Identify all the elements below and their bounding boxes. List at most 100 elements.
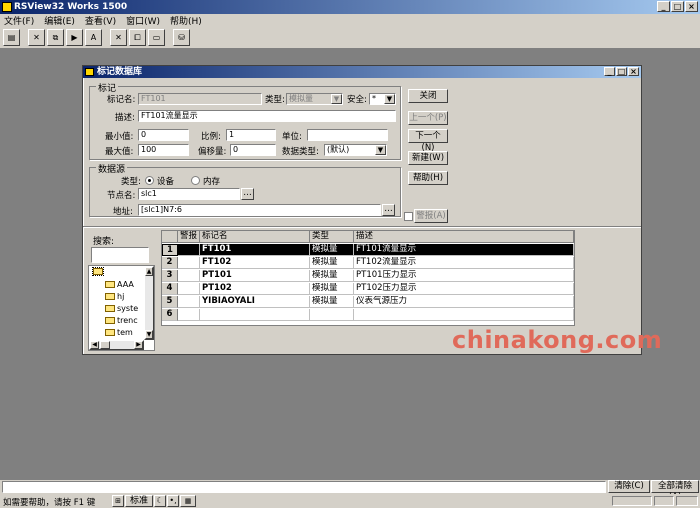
tag-grid: 警报 标记名 类型 描述 1 FT101 模拟量 FT101流量显示 2 FT1…	[161, 230, 575, 326]
col-type[interactable]: 类型	[310, 231, 354, 243]
open-icon[interactable]: ▤	[3, 29, 20, 46]
new-button[interactable]: 新建(W)	[408, 151, 448, 165]
alarm-button[interactable]: 警报(A)	[414, 209, 448, 223]
status-panel	[654, 496, 674, 506]
chevron-down-icon: ▼	[375, 145, 386, 155]
database-icon[interactable]: ⛁	[173, 29, 190, 46]
node-browse-button[interactable]: …	[241, 188, 254, 200]
chevron-down-icon[interactable]: ▼	[145, 330, 153, 339]
punctuation-icon[interactable]: •,	[167, 495, 179, 507]
menu-view[interactable]: 查看(V)	[85, 14, 116, 27]
tree-item[interactable]: trenc	[105, 316, 138, 325]
type-combo[interactable]: 模拟量 ▼	[286, 93, 343, 105]
datatype-combo[interactable]: (默认) ▼	[324, 144, 387, 156]
watermark: chinakong.com	[452, 326, 663, 354]
source-type-label: 类型:	[121, 177, 141, 187]
device-radio[interactable]	[145, 176, 154, 185]
scroll-thumb[interactable]	[100, 341, 110, 349]
clear-button[interactable]: 清除(C)	[608, 480, 650, 493]
table-row[interactable]: 3 PT101 模拟量 PT101压力显示	[162, 270, 574, 282]
chevron-right-icon[interactable]: ▶	[134, 341, 143, 349]
scale-label: 比例:	[201, 132, 221, 142]
folder-icon	[92, 267, 104, 276]
min-field[interactable]: 0	[138, 129, 189, 141]
window-icon[interactable]: ⧠	[129, 29, 146, 46]
chevron-up-icon[interactable]: ▲	[145, 267, 153, 276]
source-group-label: 数据源	[96, 162, 128, 175]
chevron-left-icon[interactable]: ◀	[90, 341, 99, 349]
text-icon[interactable]: A	[85, 29, 102, 46]
search-label: 搜索:	[93, 237, 115, 247]
offset-field[interactable]: 0	[230, 144, 276, 156]
minimize-icon[interactable]: _	[604, 67, 615, 76]
datatype-value: (默认)	[327, 145, 350, 154]
splitter[interactable]	[83, 226, 641, 228]
grid-header: 警报 标记名 类型 描述	[162, 231, 574, 243]
unit-field[interactable]	[307, 129, 388, 141]
ime-mode[interactable]: 标准	[125, 495, 153, 507]
close-button[interactable]: 关闭	[408, 89, 448, 103]
col-tagname[interactable]: 标记名	[200, 231, 310, 243]
tree-item[interactable]: syste	[105, 304, 138, 313]
tree-root[interactable]	[92, 267, 104, 276]
col-alarm[interactable]: 警报	[178, 231, 200, 243]
ime-logo-icon[interactable]: ⊞	[112, 495, 124, 507]
close-icon[interactable]: ×	[685, 1, 698, 12]
menu-file[interactable]: 文件(F)	[4, 14, 34, 27]
menu-help[interactable]: 帮助(H)	[170, 14, 202, 27]
memory-radio[interactable]	[191, 176, 200, 185]
desc-field[interactable]: FT101流量显示	[138, 110, 396, 122]
menu-window[interactable]: 窗口(W)	[126, 14, 160, 27]
minimize-window-icon[interactable]: ▭	[148, 29, 165, 46]
table-row[interactable]: 2 FT102 模拟量 FT102流量显示	[162, 257, 574, 269]
addr-field[interactable]: [slc1]N7:6	[138, 204, 381, 216]
help-button[interactable]: 帮助(H)	[408, 171, 448, 185]
security-combo[interactable]: * ▼	[369, 93, 396, 105]
tag-database-window: 标记数据库 _ □ × 标记 标记名: FT101 类型: 模拟量 ▼ 安全: …	[82, 65, 642, 355]
addr-label: 地址:	[113, 207, 133, 217]
minimize-icon[interactable]: _	[657, 1, 670, 12]
tree-hscrollbar[interactable]: ◀ ▶	[89, 340, 144, 350]
close-icon[interactable]: ×	[628, 67, 639, 76]
window-title: 标记数据库	[97, 67, 143, 77]
status-bar: 如需要帮助，请按 F1 键 ⊞ 标准 ☾ •, ▦	[0, 494, 700, 508]
unit-label: 单位:	[282, 132, 302, 142]
search-input[interactable]	[91, 247, 149, 263]
ime-toolbar: ⊞ 标准 ☾ •, ▦	[112, 495, 200, 507]
max-field[interactable]: 100	[138, 144, 189, 156]
cut-icon[interactable]: ✕	[28, 29, 45, 46]
paste-icon[interactable]: ▶	[66, 29, 83, 46]
maximize-icon[interactable]: □	[671, 1, 684, 12]
table-row[interactable]: 1 FT101 模拟量 FT101流量显示	[162, 244, 574, 256]
table-row[interactable]: 4 PT102 模拟量 PT102压力显示	[162, 283, 574, 295]
table-row[interactable]: 5 YIBIAOYALI 模拟量 仪表气源压力	[162, 296, 574, 308]
copy-icon[interactable]: ⧉	[47, 29, 64, 46]
scale-field[interactable]: 1	[226, 129, 276, 141]
next-button[interactable]: 下一个(N)	[408, 129, 448, 153]
folder-tree: AAA hj syste trenc tem ▲ ▼ ◀ ▶	[88, 265, 155, 351]
col-desc[interactable]: 描述	[354, 231, 574, 243]
tag-name-label: 标记名:	[107, 95, 136, 105]
node-field[interactable]: slc1	[138, 188, 240, 200]
tree-item[interactable]: AAA	[105, 280, 134, 289]
tree-vscrollbar[interactable]: ▲ ▼	[144, 266, 154, 340]
folder-icon	[105, 281, 115, 288]
device-label: 设备	[157, 177, 175, 187]
table-row[interactable]: 6	[162, 309, 574, 321]
tag-name-field[interactable]: FT101	[138, 93, 262, 105]
prev-button[interactable]: 上一个(P)	[408, 111, 448, 125]
tree-item[interactable]: tem	[105, 328, 133, 337]
keyboard-icon[interactable]: ▦	[180, 495, 196, 507]
command-input[interactable]	[2, 481, 606, 493]
clear-all-button[interactable]: 全部清除(A)	[651, 480, 699, 502]
addr-browse-button[interactable]: …	[382, 204, 395, 216]
tag-icon[interactable]: ✕	[110, 29, 127, 46]
alarm-checkbox[interactable]	[404, 212, 413, 221]
tree-item[interactable]: hj	[105, 292, 124, 301]
maximize-icon[interactable]: □	[616, 67, 627, 76]
menu-edit[interactable]: 编辑(E)	[44, 14, 75, 27]
command-bar: 清除(C) 全部清除(A)	[0, 480, 700, 502]
moon-icon[interactable]: ☾	[154, 495, 166, 507]
status-help-text: 如需要帮助，请按 F1 键	[3, 498, 96, 508]
desc-label: 描述:	[115, 113, 135, 123]
